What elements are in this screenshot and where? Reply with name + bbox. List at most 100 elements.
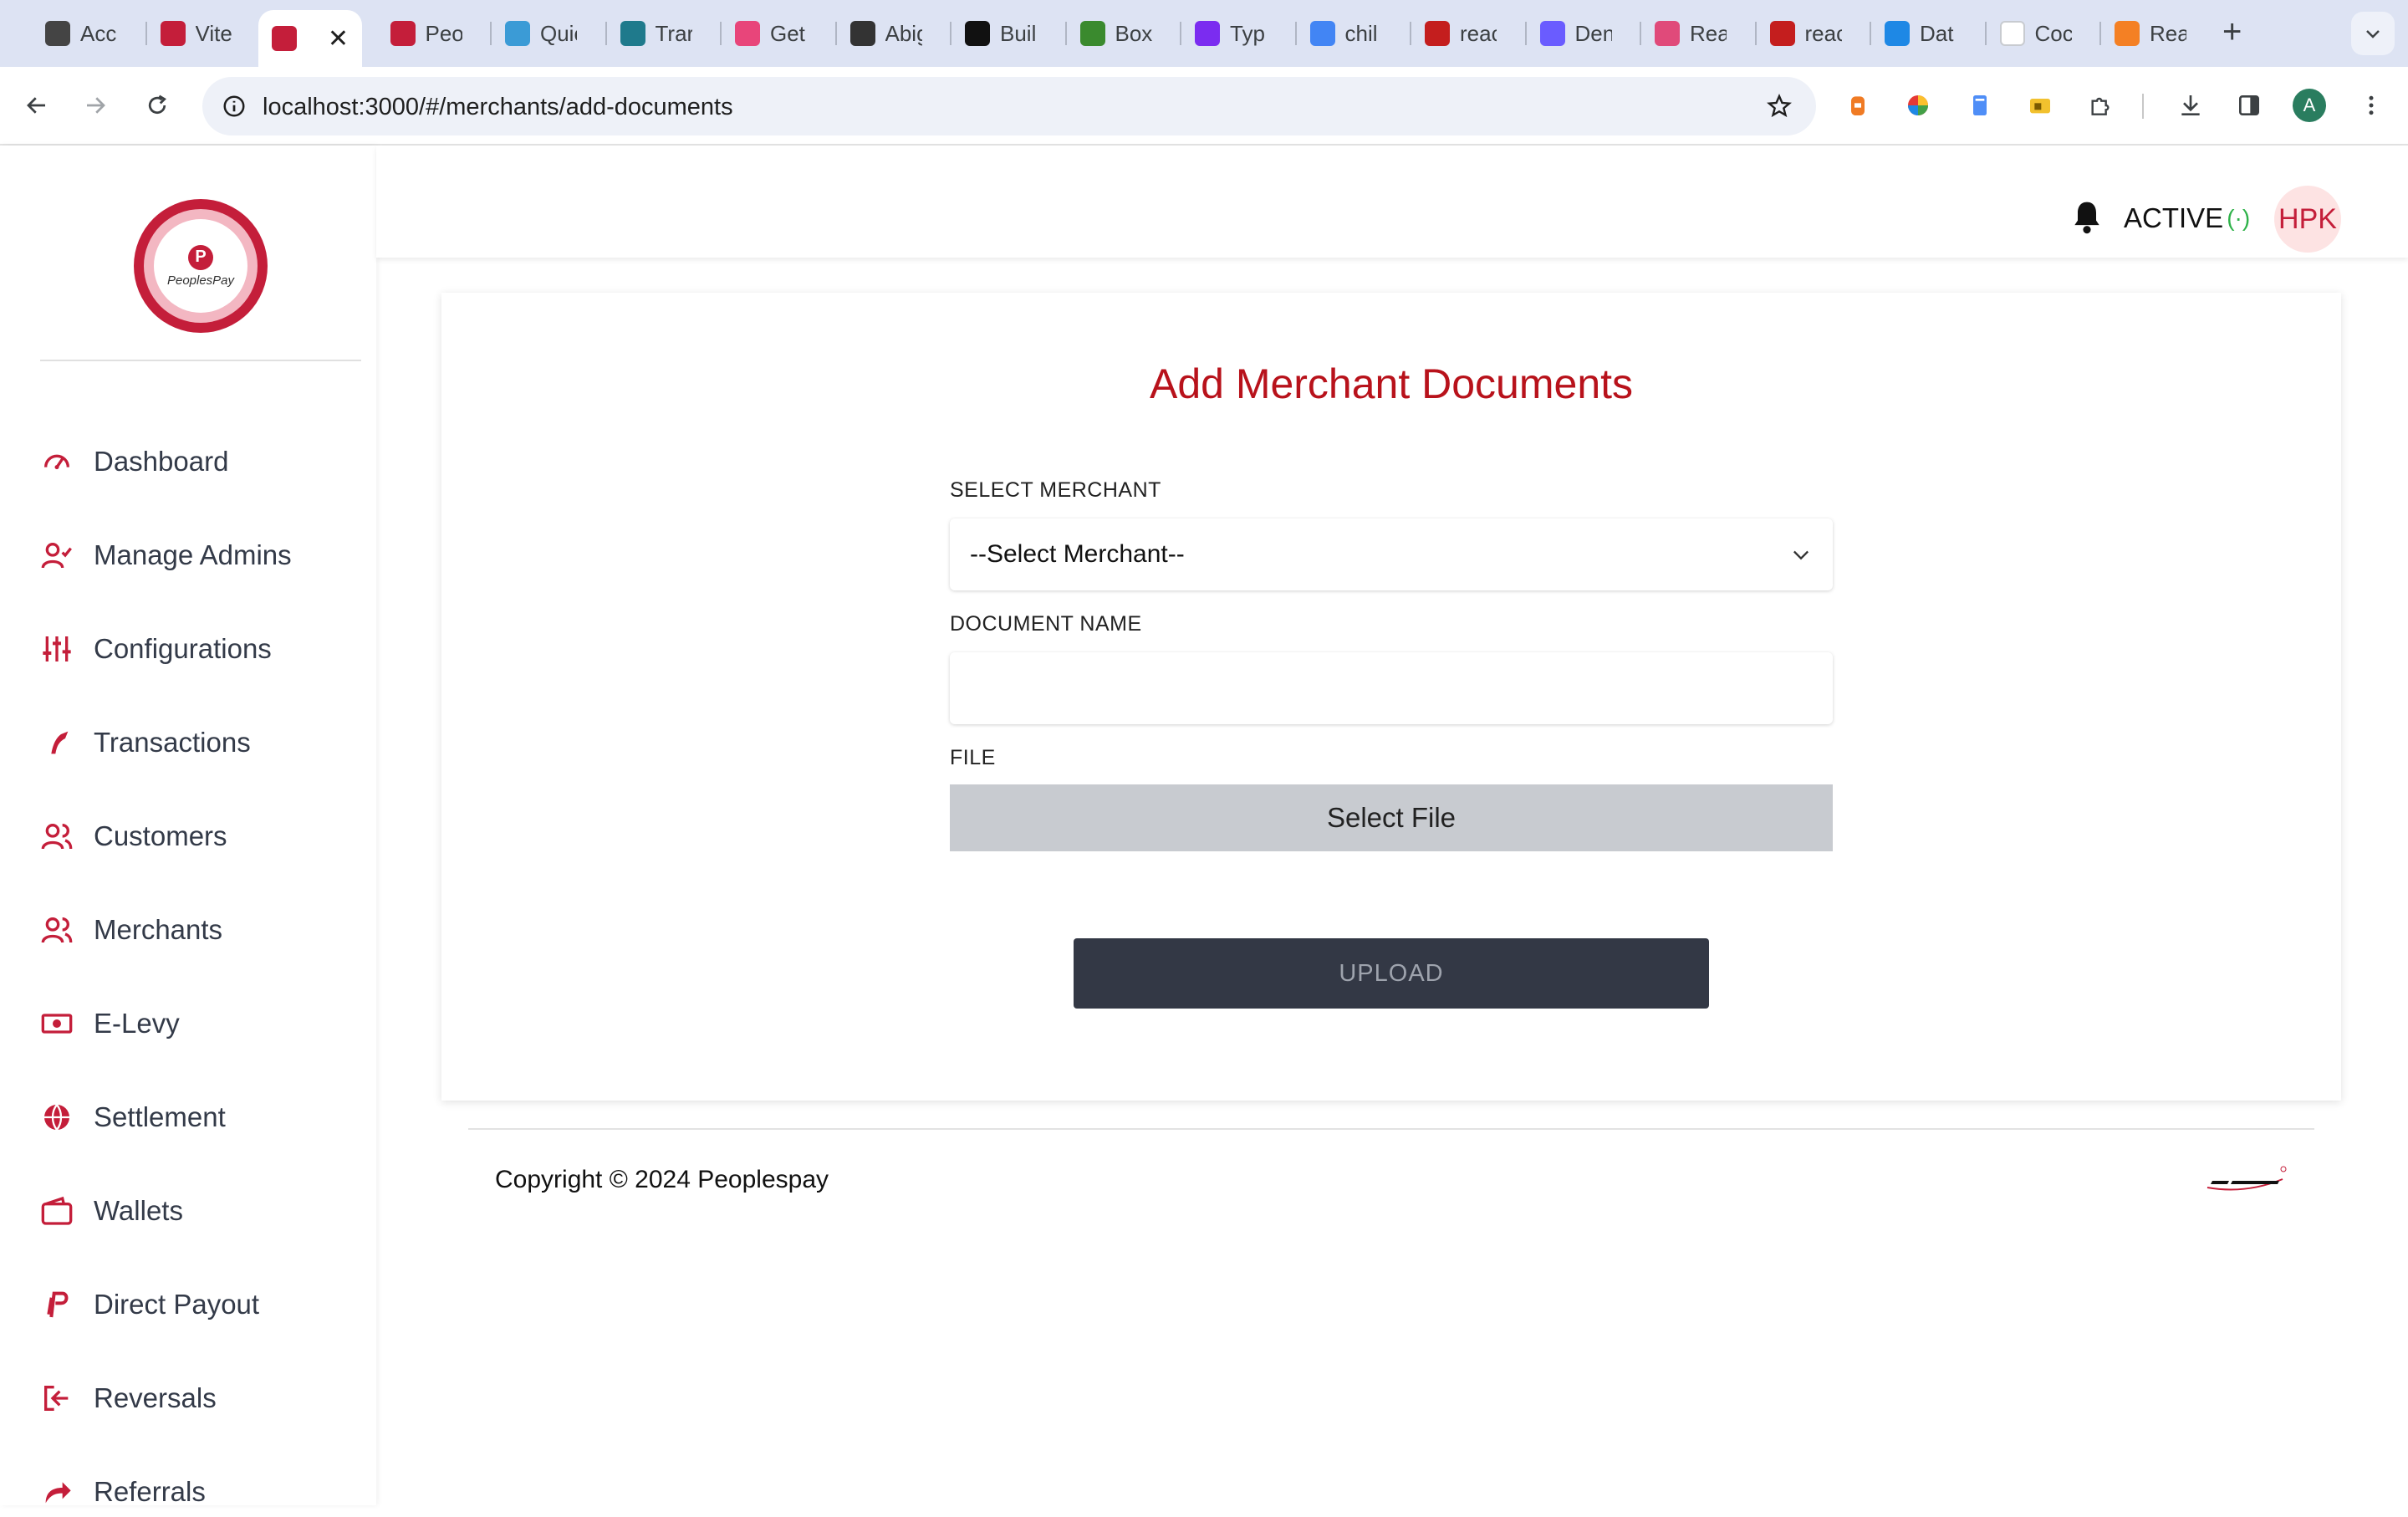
- browser-tab[interactable]: Den: [1528, 12, 1624, 55]
- logo-text: PeoplesPay: [166, 273, 235, 288]
- tab-title: Rea: [1690, 20, 1727, 46]
- document-name-input[interactable]: [950, 652, 1833, 724]
- tab-separator: [1294, 22, 1297, 45]
- npm-icon: [1769, 21, 1795, 46]
- tab-title: Dat: [1920, 20, 1954, 46]
- tab-separator: [1524, 22, 1527, 45]
- tab-separator: [1754, 22, 1757, 45]
- sidebar-item-customers[interactable]: Customers: [37, 811, 227, 861]
- downloads-icon[interactable]: [2171, 85, 2211, 125]
- peoplespay-logo[interactable]: P PeoplesPay: [134, 199, 268, 333]
- browser-tab[interactable]: Rea: [2103, 12, 2198, 55]
- tab-separator: [490, 22, 492, 45]
- tab-title: Box: [1115, 20, 1152, 46]
- side-panel-icon[interactable]: [2229, 85, 2269, 125]
- tab-separator: [834, 22, 837, 45]
- new-tab-button[interactable]: +: [2222, 13, 2242, 51]
- sidebar-item-reversals[interactable]: Reversals: [37, 1373, 217, 1423]
- merchant-select[interactable]: --Select Merchant--: [950, 518, 1833, 590]
- browser-tab[interactable]: Quic: [493, 12, 589, 55]
- browser-tab[interactable]: Rea: [1643, 12, 1738, 55]
- peoplespay-mark-icon: P: [188, 244, 213, 270]
- tab-separator: [1180, 22, 1181, 45]
- address-bar[interactable]: localhost:3000/#/merchants/add-documents: [202, 77, 1816, 135]
- extension-color-wheel-icon[interactable]: [1898, 85, 1938, 125]
- extension-fire-icon[interactable]: [1838, 85, 1878, 125]
- kebab-menu-icon: [2369, 95, 2374, 115]
- page-title: Add Merchant Documents: [1149, 360, 1634, 407]
- transactions-icon: [37, 723, 77, 763]
- user-avatar[interactable]: HPK: [2274, 186, 2341, 253]
- tab-separator: [145, 22, 147, 45]
- site-info-icon[interactable]: [214, 86, 254, 126]
- peoplespay-icon: [272, 26, 297, 51]
- tab-title: Den: [1574, 20, 1612, 46]
- react-icon: [505, 21, 530, 46]
- browser-tab[interactable]: Buil: [953, 12, 1048, 55]
- tab-separator: [2099, 22, 2101, 45]
- browser-tab[interactable]: Coc: [1988, 12, 2084, 55]
- sidebar-item-label: Transactions: [94, 727, 251, 758]
- notification-bell-icon[interactable]: [2069, 197, 2105, 238]
- browser-tab[interactable]: Typ: [1183, 12, 1278, 55]
- tab-title: reac: [1804, 20, 1842, 46]
- extensions-puzzle-icon[interactable]: [2080, 85, 2120, 125]
- sidebar-item-label: Manage Admins: [94, 539, 292, 570]
- npm-icon: [1425, 21, 1450, 46]
- profile-avatar-button[interactable]: A: [2289, 85, 2329, 125]
- sidebar-item-direct-payout[interactable]: Direct Payout: [37, 1279, 259, 1330]
- sidebar-item-manage-admins[interactable]: Manage Admins: [37, 530, 292, 580]
- browser-tab[interactable]: reac: [1413, 12, 1508, 55]
- browser-tab[interactable]: Abig: [839, 12, 934, 55]
- bsystems-logo: [2204, 1162, 2288, 1196]
- browser-tab[interactable]: Dat: [1873, 12, 1968, 55]
- box-icon: [1079, 21, 1105, 46]
- sidebar-item-dashboard[interactable]: Dashboard: [37, 437, 228, 487]
- close-tab-icon[interactable]: ✕: [328, 24, 349, 54]
- sidebar-item-e-levy[interactable]: E-Levy: [37, 999, 180, 1049]
- openai-icon: [45, 21, 70, 46]
- browser-tab[interactable]: reac: [1758, 12, 1854, 55]
- tab-title: Acc: [80, 20, 117, 46]
- forward-button[interactable]: [75, 85, 115, 125]
- browser-tab[interactable]: Vite: [149, 12, 244, 55]
- sidebar-item-label: Customers: [94, 820, 227, 851]
- browser-tab[interactable]: ✕: [258, 10, 362, 67]
- sidebar-item-wallets[interactable]: Wallets: [37, 1186, 183, 1236]
- browser-tab[interactable]: Peo: [379, 12, 474, 55]
- tab-title: Get: [770, 20, 805, 46]
- share-icon: [37, 1472, 77, 1512]
- sidebar-item-label: Referrals: [94, 1476, 206, 1507]
- select-file-button[interactable]: Select File: [950, 784, 1833, 851]
- sidebar-item-settlement[interactable]: Settlement: [37, 1092, 226, 1142]
- react-icon: [1655, 21, 1680, 46]
- extension-folder-icon[interactable]: [2020, 85, 2060, 125]
- dashboard-gauge-icon: [37, 442, 77, 482]
- sidebar-item-merchants[interactable]: Merchants: [37, 905, 222, 955]
- browser-menu-button[interactable]: [2351, 85, 2391, 125]
- browser-tab[interactable]: Box: [1069, 12, 1164, 55]
- tab-title: Coc: [2034, 20, 2072, 46]
- sidebar-item-referrals[interactable]: Referrals: [37, 1467, 206, 1517]
- arrow-left-icon: [27, 97, 45, 114]
- reload-button[interactable]: [137, 85, 177, 125]
- tab-separator: [1870, 22, 1871, 45]
- chevron-down-icon: [2366, 30, 2380, 38]
- toolbar-divider: [2142, 94, 2144, 119]
- browser-tab[interactable]: Get: [723, 12, 819, 55]
- tab-title: Buil: [1000, 20, 1037, 46]
- browser-tab[interactable]: Trar: [609, 12, 704, 55]
- back-button[interactable]: [17, 85, 57, 125]
- sidebar-item-transactions[interactable]: Transactions: [37, 718, 251, 768]
- bookmark-star-icon[interactable]: [1759, 86, 1799, 126]
- app-icon: [735, 21, 760, 46]
- browser-tab[interactable]: chil: [1298, 12, 1394, 55]
- tab-search-button[interactable]: [2351, 12, 2395, 55]
- extension-docs-icon[interactable]: [1960, 85, 2000, 125]
- sidebar: P PeoplesPay Dashboard Manage Admins Confi…: [0, 146, 376, 1507]
- browser-tab[interactable]: Acc: [33, 12, 129, 55]
- copyright-text: Copyright © 2024 Peoplespay: [495, 1166, 829, 1193]
- tab-separator: [1064, 22, 1067, 45]
- upload-button[interactable]: UPLOAD: [1074, 938, 1709, 1009]
- sidebar-item-configurations[interactable]: Configurations: [37, 624, 272, 674]
